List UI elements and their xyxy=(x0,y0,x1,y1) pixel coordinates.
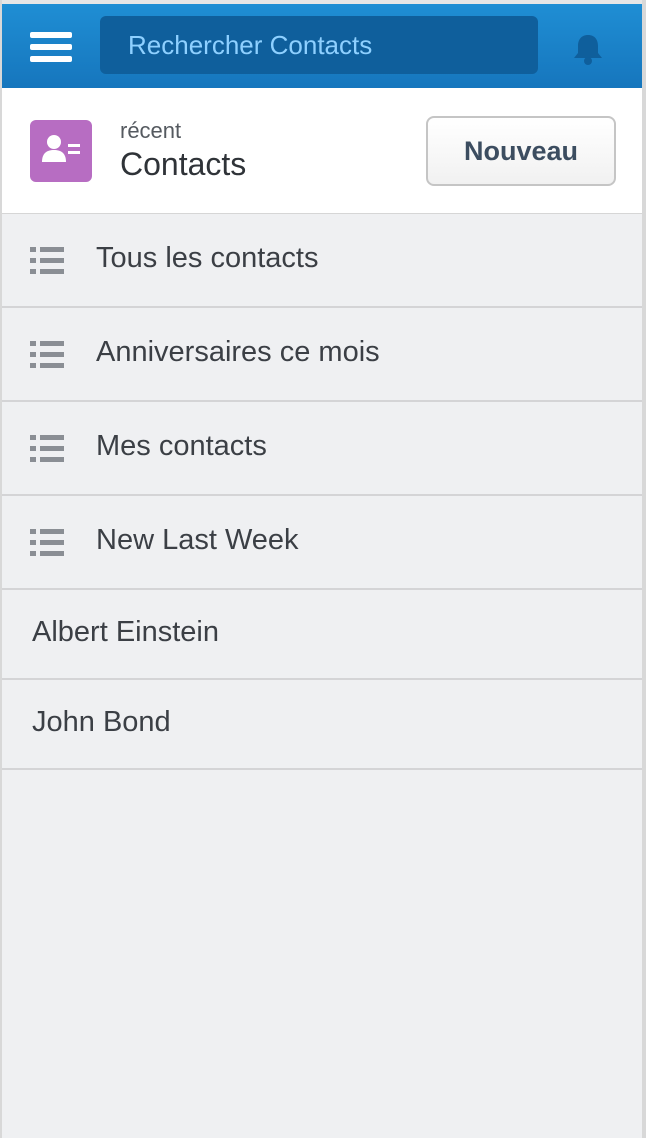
top-bar xyxy=(2,0,642,88)
list-icon xyxy=(30,247,64,274)
recent-record-item[interactable]: Albert Einstein xyxy=(2,590,642,680)
recent-record-label: Albert Einstein xyxy=(32,616,219,648)
list-icon xyxy=(30,435,64,462)
list-view-label: Mes contacts xyxy=(96,430,267,462)
list-view-label: New Last Week xyxy=(96,524,299,556)
list-views: Tous les contacts Anniversaires ce mois … xyxy=(2,214,642,770)
recent-record-item[interactable]: John Bond xyxy=(2,680,642,770)
list-view-item[interactable]: Mes contacts xyxy=(2,402,642,496)
list-view-item[interactable]: Anniversaires ce mois xyxy=(2,308,642,402)
app-frame: récent Contacts Nouveau Tous les contact… xyxy=(0,0,646,1138)
list-view-label: Tous les contacts xyxy=(96,242,319,274)
contact-card-icon xyxy=(30,120,92,182)
page-header: récent Contacts Nouveau xyxy=(2,88,642,214)
page-title: Contacts xyxy=(120,146,247,182)
list-icon xyxy=(30,341,64,368)
new-button[interactable]: Nouveau xyxy=(426,116,616,186)
list-view-item[interactable]: Tous les contacts xyxy=(2,214,642,308)
hamburger-menu-icon[interactable] xyxy=(28,28,74,66)
list-view-item[interactable]: New Last Week xyxy=(2,496,642,590)
bell-icon[interactable] xyxy=(570,32,606,66)
list-view-label: Anniversaires ce mois xyxy=(96,336,380,368)
search-input[interactable] xyxy=(100,16,538,74)
list-icon xyxy=(30,529,64,556)
page-subtitle: récent xyxy=(120,118,182,143)
recent-record-label: John Bond xyxy=(32,706,171,738)
